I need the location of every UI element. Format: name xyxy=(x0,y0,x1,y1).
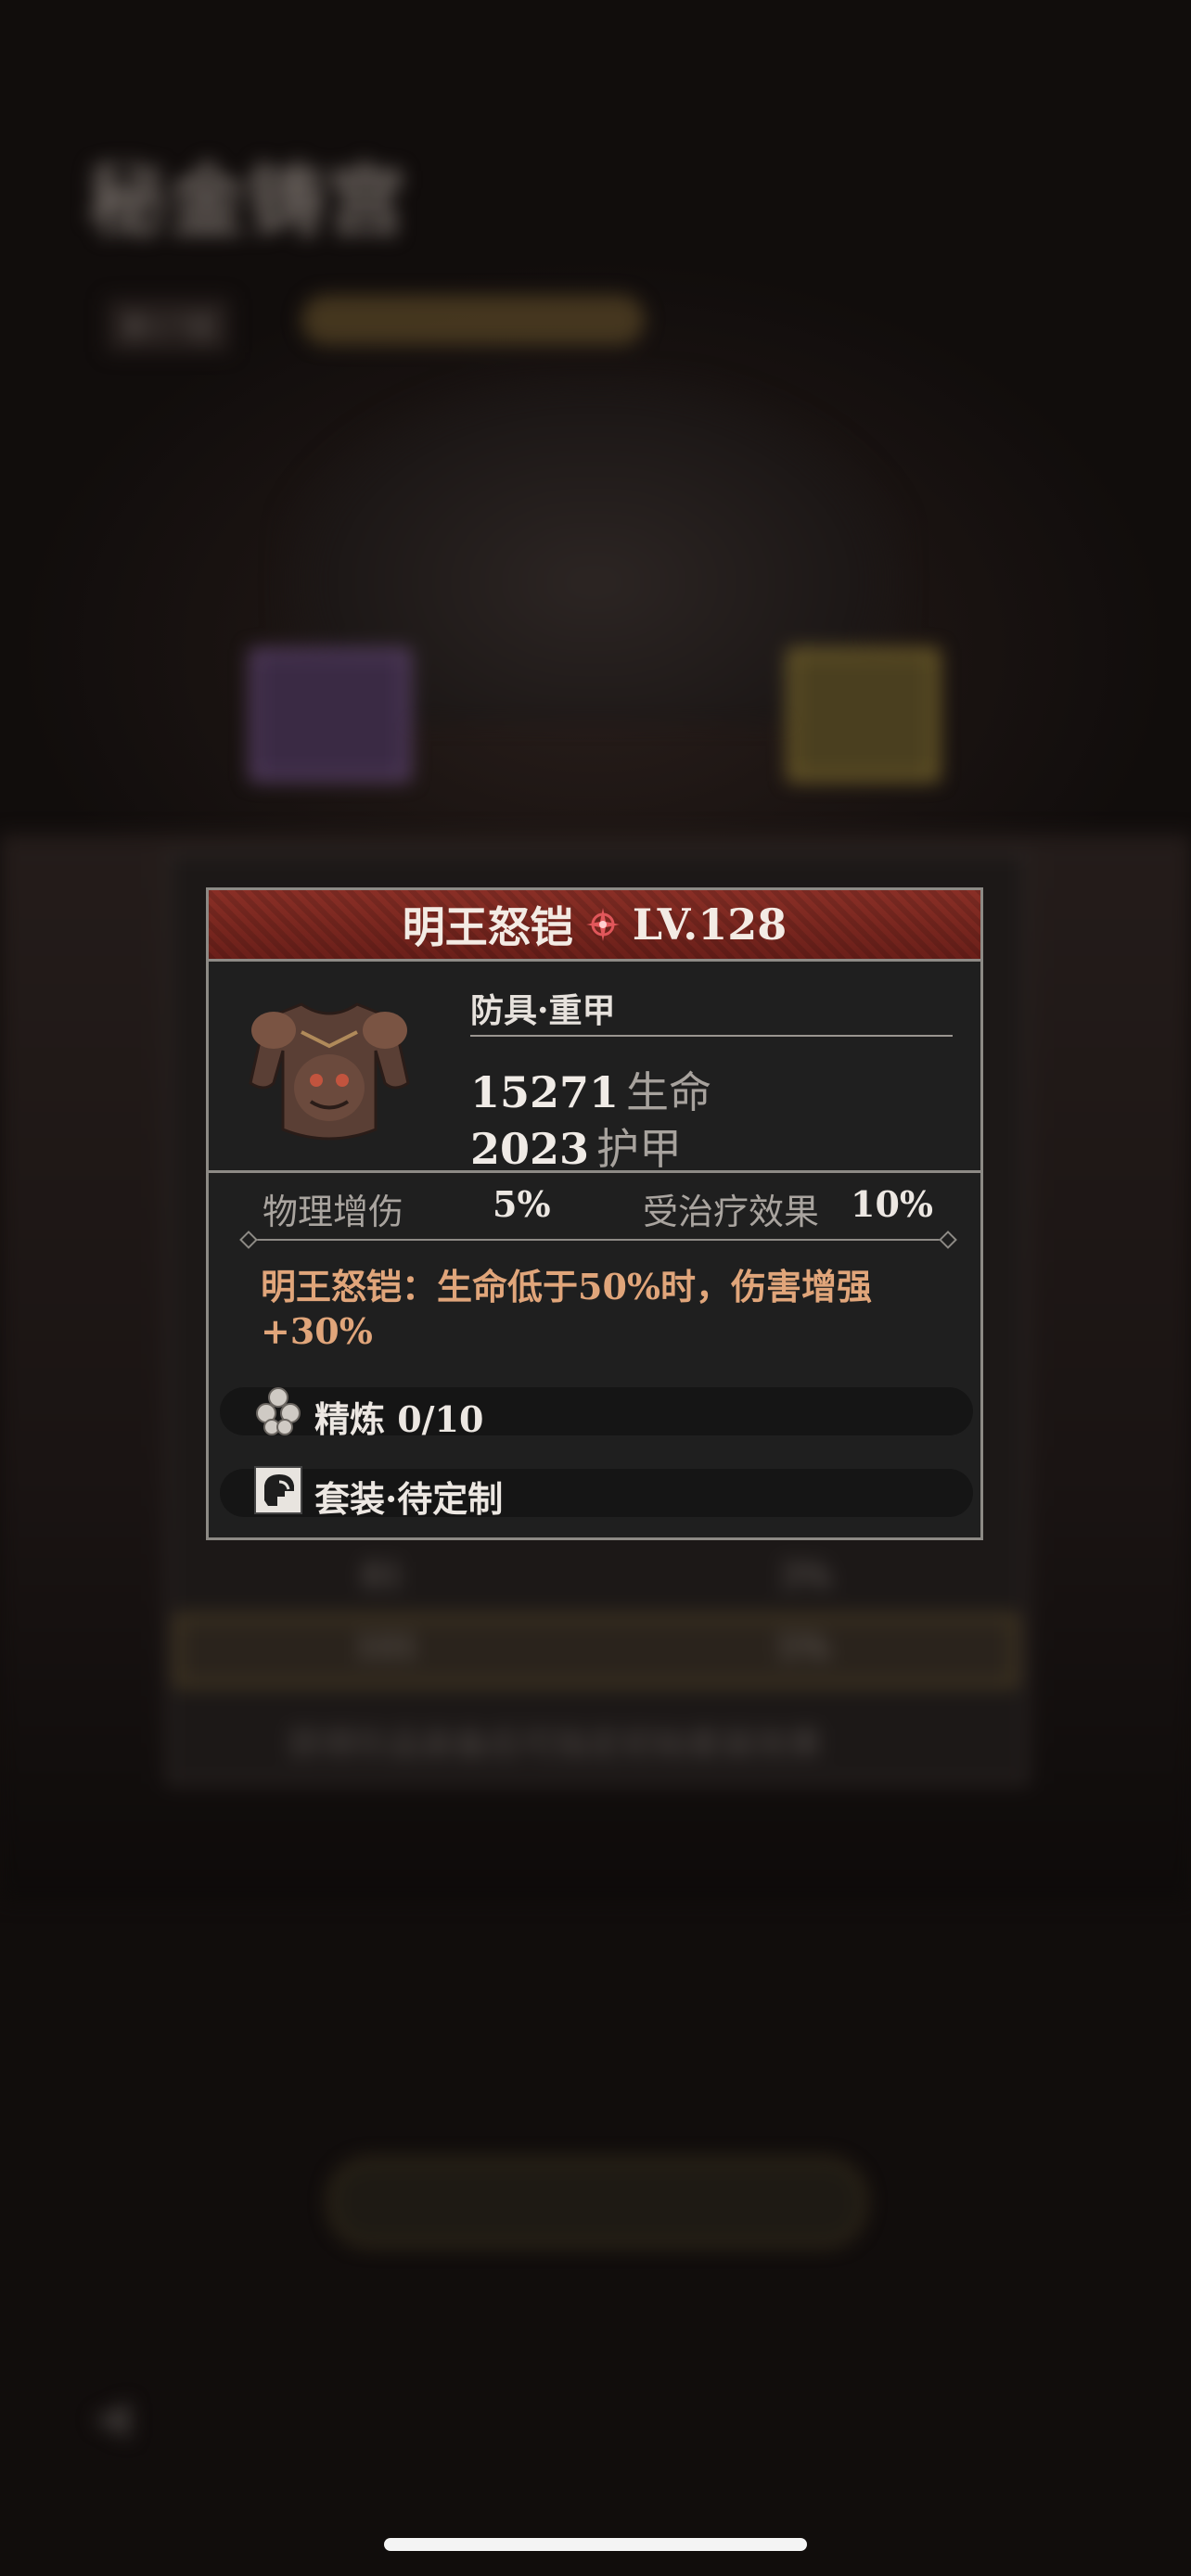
table-row: 81 3% xyxy=(362,1558,833,1596)
item-tooltip: 明王怒铠 LV.128 防具·重甲 15271 生命 2023 护甲 物理增伤 5% xyxy=(206,887,983,1540)
gold-chest[interactable] xyxy=(788,649,939,781)
table-row: 101 5% xyxy=(176,1615,1017,1686)
attr-value: 5% xyxy=(493,1183,551,1225)
red-gem-icon xyxy=(585,908,620,941)
set-row[interactable]: 套装·待定制 xyxy=(220,1466,973,1520)
attr-divider xyxy=(246,1239,951,1241)
back-arrow-icon[interactable] xyxy=(65,2392,148,2448)
stat-health: 15271 生命 xyxy=(470,1067,712,1117)
item-header: 明王怒铠 LV.128 xyxy=(209,890,980,962)
item-name: 明王怒铠 xyxy=(402,902,573,952)
background-note: 获得珍品装备后可指定初始套装效果 xyxy=(288,1726,823,1764)
set-effect-text: 明王怒铠：生命低于50%时，伤害增强+30% xyxy=(261,1266,872,1352)
attr-label: 物理增伤 xyxy=(263,1192,404,1232)
main-action-button[interactable] xyxy=(329,2159,865,2246)
set-helmet-icon xyxy=(254,1466,302,1514)
item-level: LV.128 xyxy=(632,899,788,950)
event-banner[interactable] xyxy=(301,295,645,345)
refine-row[interactable]: 精炼 0/10 xyxy=(220,1387,973,1440)
set-label: 套装·待定制 xyxy=(314,1478,504,1520)
refine-label: 精炼 0/10 xyxy=(314,1398,484,1440)
stat-armor: 2023 护甲 xyxy=(470,1124,683,1174)
attr-label: 受治疗效果 xyxy=(643,1192,820,1232)
heavy-armor-icon xyxy=(249,1002,410,1141)
floor-badge: 第17层 xyxy=(107,299,230,352)
refine-orbs-icon xyxy=(256,1387,301,1435)
purple-chest[interactable] xyxy=(250,649,410,781)
item-type: 防具·重甲 xyxy=(470,991,616,1030)
attr-value: 10% xyxy=(851,1183,933,1225)
type-underline xyxy=(470,1035,953,1037)
home-indicator[interactable] xyxy=(384,2538,807,2551)
dungeon-title: 秘金铸宫 xyxy=(88,155,408,247)
item-summary: 防具·重甲 15271 生命 2023 护甲 xyxy=(209,962,980,1174)
